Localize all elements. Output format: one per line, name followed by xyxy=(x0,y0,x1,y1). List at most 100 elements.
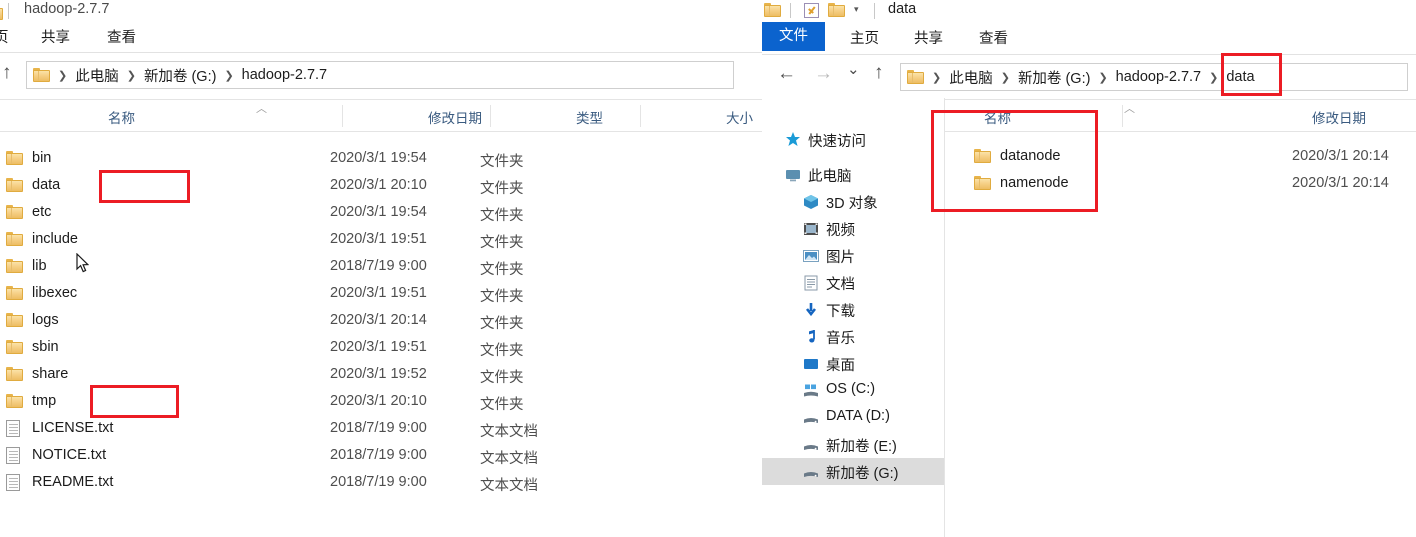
column-name[interactable]: 名称 xyxy=(984,107,1011,127)
table-row[interactable]: namenode 2020/3/1 20:14 xyxy=(970,171,1410,198)
tab-file[interactable]: 文件 xyxy=(762,22,825,51)
file-name: README.txt xyxy=(32,474,114,490)
recent-locations-caret-icon[interactable]: ⌄ xyxy=(847,62,860,77)
tab-share[interactable]: 共享 xyxy=(41,26,70,47)
tab-view[interactable]: 查看 xyxy=(107,26,136,47)
tab-home-clipped[interactable]: 页 xyxy=(0,26,9,47)
file-type: 文件夹 xyxy=(480,343,524,359)
file-type: 文件夹 xyxy=(480,397,524,413)
nav-volume-g[interactable]: 新加卷 (G:) xyxy=(762,458,944,485)
table-row[interactable]: LICENSE.txt 2018/7/19 9:00 文本文档 xyxy=(2,416,742,443)
properties-checkbox-icon[interactable] xyxy=(804,3,819,18)
folder-icon xyxy=(6,232,23,246)
nav-this-pc[interactable]: 此电脑 xyxy=(762,161,944,188)
tab-share[interactable]: 共享 xyxy=(914,27,943,48)
nav-downloads[interactable]: 下载 xyxy=(762,296,944,323)
breadcrumb-this-pc[interactable]: 此电脑 xyxy=(74,65,120,86)
file-name: sbin xyxy=(32,339,59,355)
file-name: LICENSE.txt xyxy=(32,420,114,436)
breadcrumb-data[interactable]: data xyxy=(1225,69,1255,85)
text-file-icon xyxy=(6,447,20,464)
tab-view[interactable]: 查看 xyxy=(979,27,1008,48)
nav-os-c[interactable]: OS (C:) xyxy=(762,377,944,404)
file-name: logs xyxy=(32,312,59,328)
chevron-right-icon: ❯ xyxy=(1209,71,1219,84)
customize-caret-icon[interactable]: ▾ xyxy=(854,4,859,15)
right-nav-pane: 快速访问此电脑 3D 对象 视频 图片 文档 下载 音乐 桌面 OS (C:) DATA (D:)… xyxy=(762,98,944,537)
pin-star-icon xyxy=(784,131,802,148)
file-date-modified: 2020/3/1 20:14 xyxy=(1292,148,1389,164)
nav-data-d[interactable]: DATA (D:) xyxy=(762,404,944,431)
table-row[interactable]: libexec 2020/3/1 19:51 文件夹 xyxy=(2,281,742,308)
column-name[interactable]: 名称 xyxy=(108,107,135,127)
right-window-title: data xyxy=(888,1,917,17)
table-row[interactable]: logs 2020/3/1 20:14 文件夹 xyxy=(2,308,742,335)
nav-music[interactable]: 音乐 xyxy=(762,323,944,350)
table-row[interactable]: README.txt 2018/7/19 9:00 文本文档 xyxy=(2,470,742,497)
breadcrumb-hadoop[interactable]: hadoop-2.7.7 xyxy=(1115,69,1202,85)
drive-icon xyxy=(802,463,820,480)
download-arrow-icon xyxy=(802,301,820,318)
table-row[interactable]: data 2020/3/1 20:10 文件夹 xyxy=(2,173,742,200)
nav-videos[interactable]: 视频 xyxy=(762,215,944,242)
file-name: tmp xyxy=(32,393,57,409)
file-name: libexec xyxy=(32,285,78,301)
table-row[interactable]: sbin 2020/3/1 19:51 文件夹 xyxy=(2,335,742,362)
nav-documents[interactable]: 文档 xyxy=(762,269,944,296)
file-date-modified: 2020/3/1 19:54 xyxy=(330,150,427,166)
nav-desktop[interactable]: 桌面 xyxy=(762,350,944,377)
header-divider xyxy=(490,105,491,127)
breadcrumb-volume-g[interactable]: 新加卷 (G:) xyxy=(1017,67,1092,88)
breadcrumb-this-pc[interactable]: 此电脑 xyxy=(948,67,994,88)
file-type: 文件夹 xyxy=(480,370,524,386)
right-address-bar: ← → ⌄ ↑ ❯ 此电脑 ❯ 新加卷 (G:) ❯ hadoop-2.7.7 … xyxy=(762,55,1416,99)
breadcrumb-hadoop[interactable]: hadoop-2.7.7 xyxy=(241,67,328,83)
file-name: include xyxy=(32,231,78,247)
back-arrow-icon[interactable]: ← xyxy=(777,64,796,83)
table-row[interactable]: include 2020/3/1 19:51 文件夹 xyxy=(2,227,742,254)
folder-icon xyxy=(6,367,23,381)
table-row[interactable]: NOTICE.txt 2018/7/19 9:00 文本文档 xyxy=(2,443,742,470)
file-date-modified: 2020/3/1 20:14 xyxy=(1292,175,1389,191)
header-divider xyxy=(1122,105,1123,127)
nav-pictures[interactable]: 图片 xyxy=(762,242,944,269)
table-row[interactable]: lib 2018/7/19 9:00 文件夹 xyxy=(2,254,742,281)
windows-drive-icon xyxy=(802,382,820,399)
column-date-modified[interactable]: 修改日期 xyxy=(1312,107,1366,127)
sort-ascending-icon: ︿ xyxy=(256,103,267,115)
nav-3d-objects[interactable]: 3D 对象 xyxy=(762,188,944,215)
file-date-modified: 2018/7/19 9:00 xyxy=(330,258,427,274)
table-row[interactable]: etc 2020/3/1 19:54 文件夹 xyxy=(2,200,742,227)
left-breadcrumb[interactable]: ❯ 此电脑 ❯ 新加卷 (G:) ❯ hadoop-2.7.7 xyxy=(26,61,734,89)
right-ribbon-tabs: 文件 主页 共享 查看 xyxy=(762,22,1416,55)
table-row[interactable]: bin 2020/3/1 19:54 文件夹 xyxy=(2,146,742,173)
picture-icon xyxy=(802,247,820,264)
file-type: 文件夹 xyxy=(480,181,524,197)
nav-quick-access[interactable]: 快速访问 xyxy=(762,126,944,153)
nav-item-label: 快速访问 xyxy=(808,134,866,150)
up-arrow-icon[interactable]: ↑ xyxy=(874,63,884,82)
file-name: NOTICE.txt xyxy=(32,447,107,463)
chevron-right-icon: ❯ xyxy=(1000,71,1010,84)
right-breadcrumb[interactable]: ❯ 此电脑 ❯ 新加卷 (G:) ❯ hadoop-2.7.7 ❯ data xyxy=(900,63,1408,91)
right-explorer-window: ▾ data 文件 主页 共享 查看 ← → ⌄ ↑ ❯ 此电脑 ❯ 新加卷 (… xyxy=(762,0,1416,537)
tab-home[interactable]: 主页 xyxy=(850,27,879,48)
breadcrumb-volume-g[interactable]: 新加卷 (G:) xyxy=(143,65,218,86)
desktop-icon xyxy=(802,355,820,372)
folder-icon xyxy=(6,313,23,327)
table-row[interactable]: share 2020/3/1 19:52 文件夹 xyxy=(2,362,742,389)
file-type: 文件夹 xyxy=(480,262,524,278)
folder-icon xyxy=(6,151,23,165)
table-row[interactable]: datanode 2020/3/1 20:14 xyxy=(970,144,1410,171)
left-address-bar: ↑ ❯ 此电脑 ❯ 新加卷 (G:) ❯ hadoop-2.7.7 xyxy=(0,53,762,99)
column-type[interactable]: 类型 xyxy=(576,107,603,127)
chevron-right-icon: ❯ xyxy=(932,71,942,84)
nav-volume-e[interactable]: 新加卷 (E:) xyxy=(762,431,944,458)
column-date-modified[interactable]: 修改日期 xyxy=(428,107,482,127)
up-arrow-icon[interactable]: ↑ xyxy=(2,63,12,82)
table-row[interactable]: tmp 2020/3/1 20:10 文件夹 xyxy=(2,389,742,416)
forward-arrow-icon[interactable]: → xyxy=(814,64,833,83)
chevron-right-icon: ❯ xyxy=(1098,71,1108,84)
nav-item-label: DATA (D:) xyxy=(826,408,890,424)
column-size[interactable]: 大小 xyxy=(726,107,753,127)
